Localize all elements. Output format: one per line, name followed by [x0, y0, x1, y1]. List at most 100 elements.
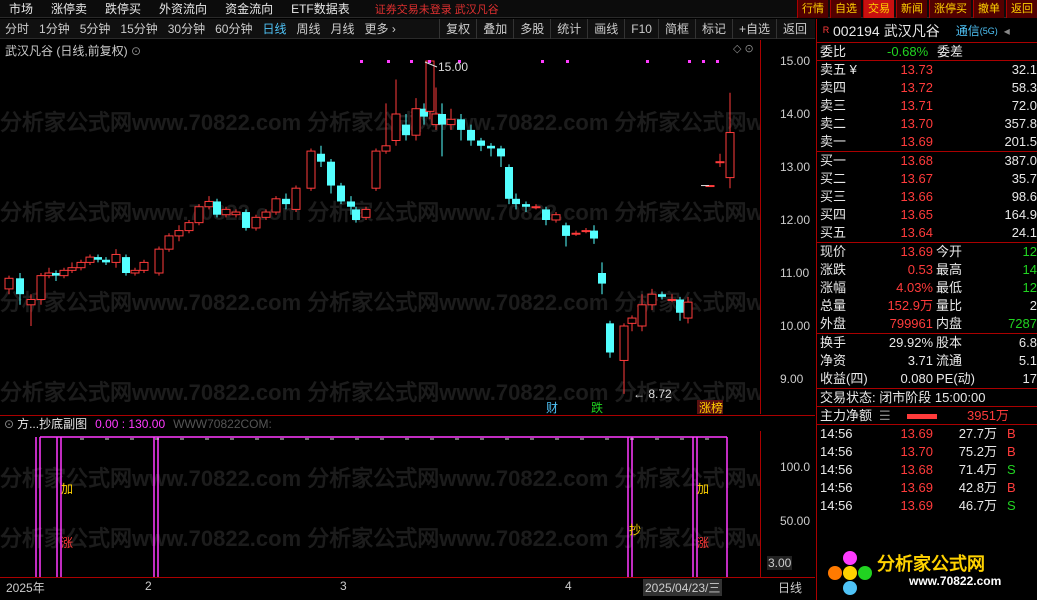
- period-1min[interactable]: 1分钟: [34, 20, 75, 37]
- quote-row: 涨幅 4.03% 最低 12: [820, 280, 1037, 295]
- candle-body: [231, 211, 241, 216]
- tool-multi[interactable]: 多股: [513, 19, 550, 39]
- candle-body: [542, 209, 550, 220]
- quote-row: 收益(四) 0.080 PE(动) 17: [820, 371, 1037, 386]
- menu-etf-table[interactable]: ETF数据表: [282, 0, 359, 18]
- date-tick: 3: [340, 579, 347, 593]
- bid-book: 买一 13.68 387.0 买二 13.67 35.7 买三 13.66 98.6 买四 13.6…: [817, 152, 1037, 243]
- candle-body: [676, 299, 684, 313]
- indicator-axis: 100.0 50.00 3.00: [760, 431, 815, 577]
- candle-body: [531, 206, 541, 209]
- quote-stats-2: 换手 29.92% 股本 6.8 净资 3.71 流通 5.1 收益(四) 0.080 PE(动) 1…: [817, 334, 1037, 389]
- candle-body: [361, 208, 371, 218]
- menu-limit-up-sell[interactable]: 涨停卖: [42, 0, 96, 18]
- add-marker: 加: [697, 482, 709, 496]
- period-daily[interactable]: 日线: [257, 20, 291, 37]
- tool-add-watch[interactable]: +自选: [731, 19, 776, 39]
- candle-body: [457, 119, 465, 130]
- signal-dot: [541, 60, 544, 63]
- candle-body: [76, 261, 86, 269]
- period-5min[interactable]: 5分钟: [75, 20, 116, 37]
- trade-button[interactable]: 交易: [863, 0, 894, 18]
- ask-row: 卖四 13.72 58.3: [820, 80, 1037, 95]
- indicator-cursor-value: 3.00: [767, 556, 793, 570]
- candle-body: [683, 301, 693, 319]
- candle-body: [164, 235, 174, 250]
- period-monthly[interactable]: 月线: [326, 20, 360, 37]
- expand-icon[interactable]: ◂: [1004, 24, 1010, 38]
- tick-row: 14:56 13.70 75.2万 B: [820, 444, 1016, 459]
- logo: 分析家公式网 www.70822.com: [817, 546, 1037, 600]
- tool-adjust[interactable]: 复权: [439, 19, 476, 39]
- menu-limit-down-buy[interactable]: 跌停买: [96, 0, 150, 18]
- r-icon: R: [822, 25, 830, 35]
- candle-body: [102, 259, 110, 263]
- period-intraday[interactable]: 分时: [0, 20, 34, 37]
- tool-stats[interactable]: 统计: [550, 19, 587, 39]
- period-60min[interactable]: 60分钟: [210, 20, 257, 37]
- top-menu-bar: 市场 涨停卖 跌停买 外资流向 资金流向 ETF数据表 证券交易未登录 武汉凡谷…: [0, 0, 1037, 18]
- news-button[interactable]: 新闻: [896, 0, 927, 18]
- logo-text: 分析家公式网: [877, 554, 985, 574]
- tool-f10[interactable]: F10: [624, 19, 658, 39]
- cursor-date: 2025/04/23/三: [643, 579, 723, 596]
- candle-body: [637, 304, 647, 327]
- tool-back[interactable]: 返回: [775, 19, 813, 39]
- limit-buy-button[interactable]: 涨停买: [929, 0, 971, 18]
- period-30min[interactable]: 30分钟: [163, 20, 210, 37]
- tool-mark[interactable]: 标记: [694, 19, 732, 39]
- back-button[interactable]: 返回: [1006, 0, 1037, 18]
- mainflow-bar: [907, 414, 937, 419]
- watchlist-button[interactable]: 自选: [830, 0, 861, 18]
- candle-body: [85, 256, 95, 263]
- quote-row: 换手 29.92% 股本 6.8: [820, 335, 1037, 350]
- indicator-chart[interactable]: 分析家公式网www.70822.com 分析家公式网www.70822.com …: [0, 431, 760, 577]
- cancel-order-button[interactable]: 撤单: [973, 0, 1004, 18]
- price-tick: 12.00: [780, 213, 811, 227]
- candle-body: [94, 257, 102, 260]
- stock-name: 武汉凡谷: [883, 22, 940, 39]
- candle-body: [130, 269, 140, 274]
- drop-marker: 跌: [591, 400, 603, 414]
- menu-capital-flow[interactable]: 资金流向: [216, 0, 282, 18]
- bid-row: 买二 13.67 35.7: [820, 171, 1037, 186]
- date-tick: 4: [565, 579, 572, 593]
- tool-draw[interactable]: 画线: [587, 19, 624, 39]
- tool-simple[interactable]: 简框: [657, 19, 695, 39]
- candle-body: [438, 114, 446, 125]
- candle-body: [242, 212, 250, 228]
- period-label: 日线: [778, 581, 803, 595]
- period-more[interactable]: 更多 ›: [360, 20, 401, 37]
- indicator-values: 0.00 : 130.00: [95, 416, 166, 431]
- period-weekly[interactable]: 周线: [291, 20, 325, 37]
- candle-body: [647, 293, 657, 306]
- price-tick: 9.00: [780, 372, 804, 386]
- candle-body: [487, 145, 495, 149]
- ask-row: 卖三 13.71 72.0: [820, 98, 1037, 113]
- quote-button[interactable]: 行情: [797, 0, 828, 18]
- min-price-label: ← 8.72: [633, 387, 672, 401]
- menu-market[interactable]: 市场: [0, 0, 42, 18]
- indicator-settings-icon[interactable]: ⊙: [4, 417, 14, 431]
- candle-body: [477, 140, 485, 146]
- candle-body: [194, 206, 204, 224]
- chart-settings-icon[interactable]: ◇ ⊙: [733, 42, 754, 55]
- tick-row: 14:56 13.69 46.7万 S: [820, 498, 1016, 513]
- quote-row: 涨跌 0.53 最高 14: [820, 262, 1037, 277]
- price-tick: 14.00: [780, 107, 811, 121]
- watermark: 分析家公式网www.70822.com 分析家公式网www.70822.com …: [0, 526, 760, 551]
- signal-dot: [702, 60, 705, 63]
- candlestick-chart[interactable]: 分析家公式网www.70822.com 分析家公式网www.70822.com …: [0, 40, 760, 414]
- period-15min[interactable]: 15分钟: [115, 20, 162, 37]
- indicator-name[interactable]: 方...抄底副图: [17, 415, 87, 432]
- menu-foreign-flow[interactable]: 外资流向: [150, 0, 216, 18]
- tool-overlay[interactable]: 叠加: [476, 19, 513, 39]
- trade-state: 交易状态: 闭市阶段 15:00:00: [817, 389, 1037, 407]
- bottom-buy-marker: 抄: [629, 523, 641, 537]
- mainflow-icon[interactable]: ☰: [879, 407, 891, 425]
- industry-tag[interactable]: 通信: [956, 22, 980, 39]
- stock-header: R 002194 武汉凡谷 通信 (5G) ◂: [817, 19, 1037, 43]
- signal-dot: [360, 60, 363, 63]
- ask-book: 卖五 ¥13.73 32.1 卖四 13.72 58.3 卖三 13.71 72.0 卖二 13.…: [817, 61, 1037, 152]
- candle-body: [551, 214, 561, 221]
